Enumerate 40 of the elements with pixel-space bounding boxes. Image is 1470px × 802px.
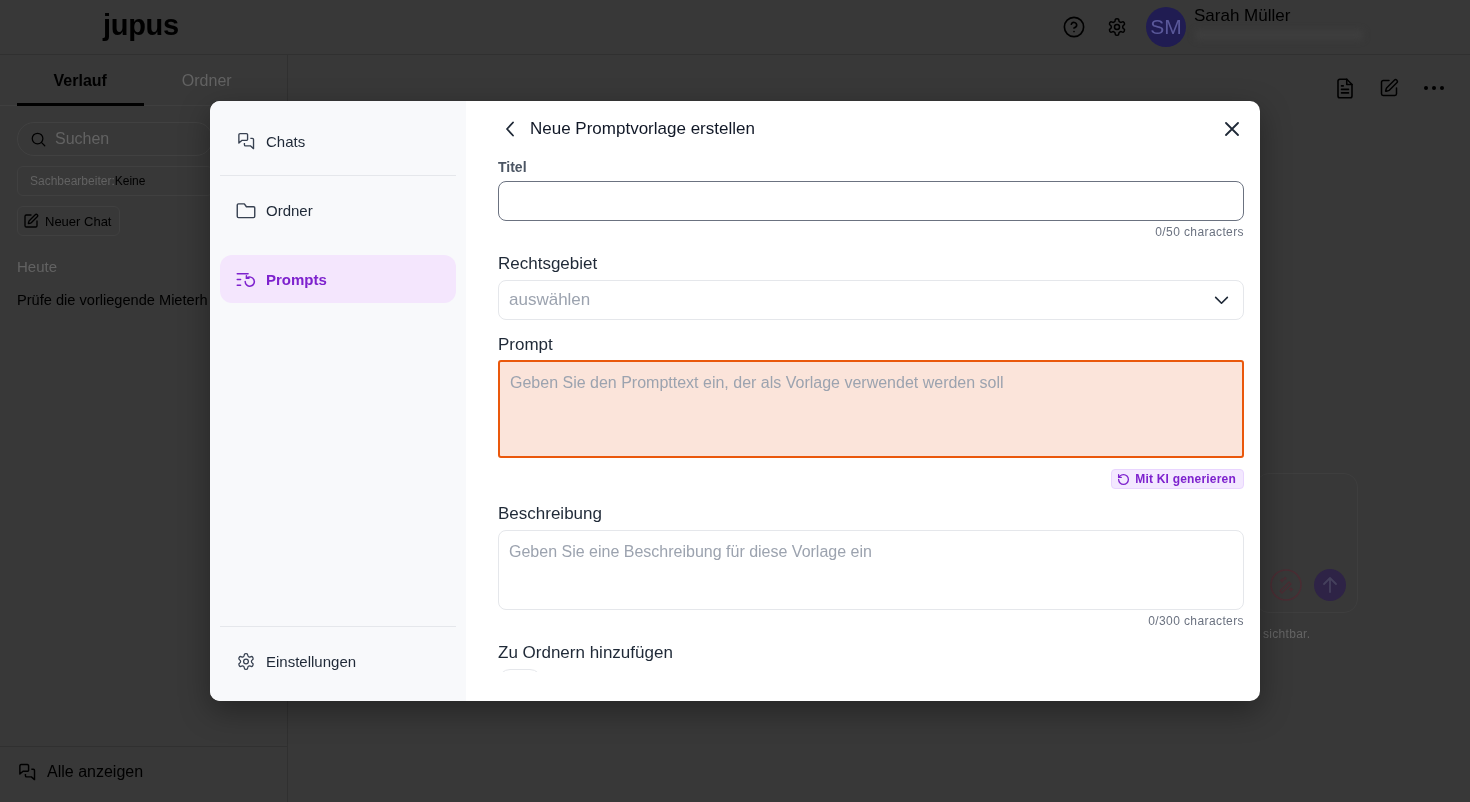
edit-icon[interactable]	[1379, 78, 1399, 98]
folder-icon	[236, 200, 256, 220]
settings-icon[interactable]	[1107, 17, 1127, 37]
select-field[interactable]: auswählen	[498, 280, 1244, 320]
user-name: Sarah Müller	[1194, 6, 1292, 26]
close-icon[interactable]	[1225, 122, 1239, 136]
dialog-title: Neue Promptvorlage erstellen	[530, 119, 755, 139]
magic-wand-icon[interactable]	[1270, 569, 1302, 601]
logo: jupus	[103, 9, 179, 41]
chat-history-item[interactable]: Prüfe die vorliegende Mieterh	[17, 291, 208, 309]
text-input[interactable]	[498, 181, 1244, 221]
search-icon	[31, 131, 46, 147]
settings-icon	[236, 651, 256, 671]
document-icon[interactable]	[1336, 77, 1354, 99]
character-counter: 0/300 characters	[1148, 614, 1244, 628]
field-label: Titel	[498, 158, 527, 176]
more-icon[interactable]	[1424, 86, 1444, 90]
chevron-down-icon	[1214, 295, 1229, 305]
refresh-icon	[1117, 472, 1131, 486]
new-chat-button[interactable]: Neuer Chat	[17, 206, 121, 236]
text-area[interactable]: Geben Sie den Prompttext ein, der als Vorlage verwendet werden soll	[498, 360, 1244, 458]
field-label: Rechtsgebiet	[498, 254, 598, 274]
nav-item[interactable]: Ordner	[220, 186, 456, 234]
show-all-link[interactable]: Alle anzeigen	[17, 762, 144, 782]
chats-icon	[236, 131, 256, 151]
edit-icon	[23, 213, 39, 229]
sidebar-tab[interactable]: Verlauf	[17, 55, 144, 106]
chats-icon	[17, 762, 37, 782]
help-icon[interactable]	[1063, 16, 1085, 38]
avatar[interactable]: SM	[1146, 7, 1186, 47]
back-icon[interactable]	[505, 121, 515, 137]
field-label: Beschreibung	[498, 504, 602, 524]
character-counter: 0/50 characters	[1155, 225, 1244, 239]
field-label: Prompt	[498, 335, 553, 355]
field-label: Zu Ordnern hinzufügen	[498, 643, 673, 663]
send-icon[interactable]	[1314, 569, 1346, 601]
settings-nav-item[interactable]: Einstellungen	[220, 637, 456, 685]
generate-ai-button[interactable]: Mit KI generieren	[1111, 469, 1244, 489]
nav-item[interactable]: Prompts	[220, 255, 456, 303]
nav-item[interactable]: Chats	[220, 117, 456, 165]
